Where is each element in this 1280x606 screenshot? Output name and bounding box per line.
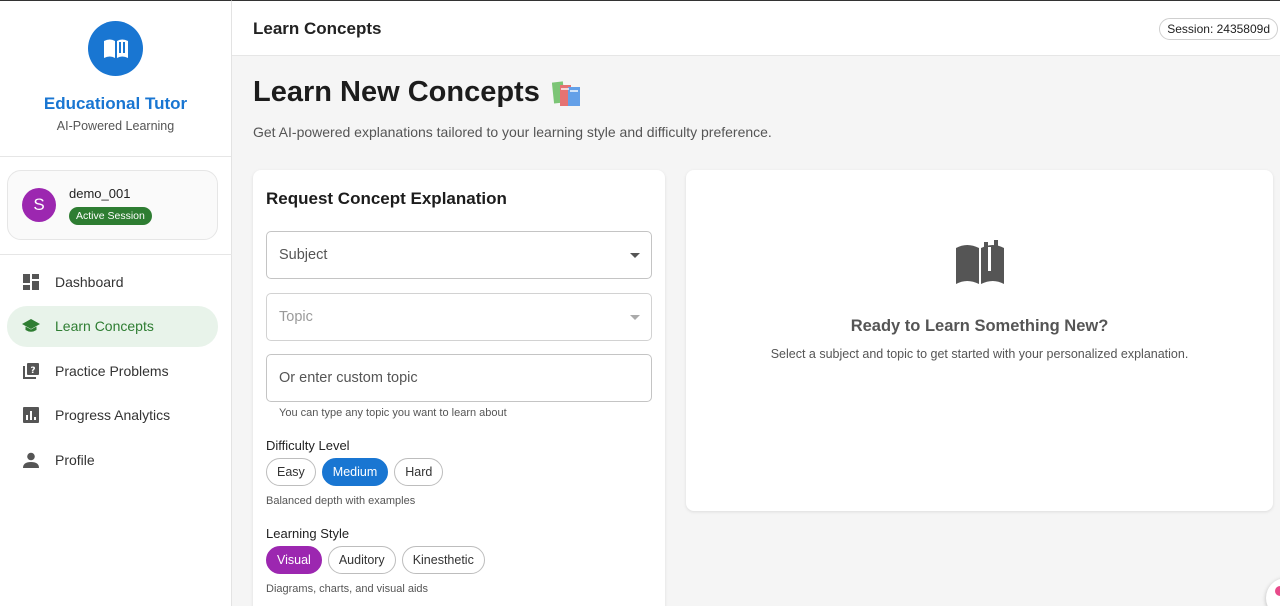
form-title: Request Concept Explanation: [266, 189, 507, 208]
brand-title: Educational Tutor: [43, 94, 188, 113]
sidebar-item-label: Progress Analytics: [55, 407, 171, 423]
divider: [0, 254, 232, 255]
page-title: Learn New Concepts: [253, 76, 582, 109]
difficulty-options: Easy Medium Hard: [266, 458, 444, 486]
status-badge: Active Session: [69, 207, 152, 225]
topic-select[interactable]: Topic: [266, 293, 652, 341]
learning-style-options: Visual Auditory Kinesthetic: [266, 546, 485, 574]
style-auditory-chip[interactable]: Auditory: [327, 546, 396, 574]
graduation-cap-icon: [22, 317, 40, 335]
sidebar-item-label: Practice Problems: [55, 362, 169, 379]
sidebar: Educational Tutor AI-Powered Learning S …: [0, 0, 232, 606]
page-subtitle: Get AI-powered explanations tailored to …: [253, 124, 772, 140]
style-visual-chip[interactable]: Visual: [266, 546, 322, 574]
brand-subtitle: AI-Powered Learning: [56, 119, 175, 133]
difficulty-medium-chip[interactable]: Medium: [321, 458, 389, 486]
subject-select[interactable]: Subject: [266, 231, 652, 279]
explanation-result-card: Ready to Learn Something New? Select a s…: [686, 170, 1273, 511]
style-kinesthetic-chip[interactable]: Kinesthetic: [401, 546, 485, 574]
topic-select-placeholder: Topic: [279, 309, 313, 325]
difficulty-hard-chip[interactable]: Hard: [394, 458, 444, 486]
chevron-down-icon: [630, 253, 640, 258]
user-card: S demo_001 Active Session: [7, 170, 218, 240]
custom-topic-helper: You can type any topic you want to learn…: [279, 407, 507, 419]
book-logo-icon: [88, 21, 143, 76]
top-bar: Learn Concepts Session: 2435809d: [232, 0, 1280, 56]
floating-action-button[interactable]: [1266, 578, 1280, 606]
sidebar-item-practice-problems[interactable]: ? Practice Problems: [7, 350, 218, 391]
avatar: S: [22, 188, 56, 222]
page-title-text: Learn New Concepts: [253, 76, 540, 108]
sidebar-item-profile[interactable]: Profile: [7, 439, 218, 480]
empty-state-subtitle: Select a subject and topic to get starte…: [770, 347, 1189, 361]
person-icon: [22, 451, 40, 469]
dashboard-icon: [22, 273, 40, 291]
books-emoji-icon: [551, 79, 582, 107]
difficulty-description: Balanced depth with examples: [266, 495, 416, 507]
session-badge: Session: 2435809d: [1159, 18, 1278, 40]
learning-style-description: Diagrams, charts, and visual aids: [266, 583, 429, 595]
sidebar-item-learn-concepts[interactable]: Learn Concepts: [7, 305, 218, 347]
sidebar-item-label: Profile: [55, 451, 95, 468]
user-name: demo_001: [69, 186, 131, 201]
sidebar-item-progress-analytics[interactable]: Progress Analytics: [7, 395, 218, 436]
quiz-icon: ?: [22, 362, 40, 380]
difficulty-easy-chip[interactable]: Easy: [266, 458, 316, 486]
fab-dot-icon: [1275, 586, 1280, 596]
svg-text:?: ?: [30, 366, 35, 376]
page-header-title: Learn Concepts: [253, 19, 382, 38]
analytics-icon: [22, 406, 40, 424]
open-book-icon: [954, 240, 1006, 291]
custom-topic-input[interactable]: Or enter custom topic: [266, 354, 652, 402]
sidebar-item-label: Dashboard: [55, 273, 124, 290]
sidebar-item-dashboard[interactable]: Dashboard: [7, 261, 218, 302]
empty-state-title: Ready to Learn Something New?: [850, 317, 1109, 335]
learning-style-label: Learning Style: [266, 526, 350, 541]
explanation-request-card: Request Concept Explanation Subject Topi…: [253, 170, 665, 606]
sidebar-nav: Dashboard Learn Concepts ? Practice Prob…: [7, 261, 218, 484]
sidebar-item-label: Learn Concepts: [55, 318, 154, 334]
brand-block: Educational Tutor AI-Powered Learning: [0, 1, 231, 157]
subject-select-placeholder: Subject: [279, 247, 328, 263]
chevron-down-icon: [630, 315, 640, 320]
custom-topic-placeholder: Or enter custom topic: [279, 370, 418, 386]
difficulty-label: Difficulty Level: [266, 438, 350, 453]
